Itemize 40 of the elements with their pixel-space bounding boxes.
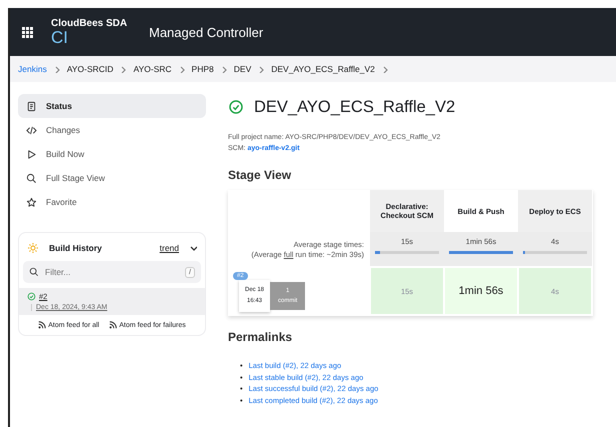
star-icon [26,196,37,208]
chevron-right-icon [380,65,389,73]
rss-icon [109,321,118,329]
breadcrumb-item[interactable]: AYO-SRCID [66,64,114,74]
job-title: DEV_AYO_ECS_Raffle_V2 [254,98,456,116]
sidebar-item[interactable]: Status [18,94,206,118]
sidebar-item[interactable]: Changes [18,118,206,142]
chevron-right-icon [257,65,266,73]
stage-duration-cell[interactable]: 1min 56s [444,267,518,315]
section-heading: Permalinks [228,330,294,344]
sidebar-item[interactable]: Build Now [18,142,206,166]
chevron-right-icon [52,65,61,73]
apps-grid-icon [22,26,33,38]
document-icon [26,100,37,112]
breadcrumb-item[interactable]: PHP8 [192,64,214,74]
breadcrumb-item[interactable]: DEV_AYO_ECS_Raffle_V2 [271,64,375,74]
sidebar-item[interactable]: Favorite [18,190,206,214]
sidebar-item[interactable]: Full Stage View [18,166,206,190]
search-icon [26,172,37,184]
search-icon [29,267,39,277]
play-icon [26,148,37,160]
breadcrumb-item[interactable]: DEV [234,64,252,74]
sun-icon [27,242,39,254]
chevron-down-icon [189,244,197,252]
filter-input[interactable]: Filter... [45,267,180,277]
brand-subtitle: CloudBees SDA [51,18,128,28]
chevron-right-icon [119,65,128,73]
breadcrumb-link[interactable]: Jenkins [18,64,47,74]
controller-title: Managed Controller [149,24,264,40]
rss-icon [38,321,46,329]
check-circle-icon [228,99,244,115]
build-history-title: Build History [49,243,103,253]
chevron-right-icon [220,65,228,73]
brand-title[interactable]: CI [51,28,149,46]
chevron-right-icon [178,65,186,73]
check-circle-icon [27,292,36,301]
breadcrumb-item[interactable]: AYO-SRC [133,64,172,74]
section-heading: Stage View [228,168,292,182]
trend-link[interactable]: trend [160,243,179,253]
code-icon [26,124,37,136]
